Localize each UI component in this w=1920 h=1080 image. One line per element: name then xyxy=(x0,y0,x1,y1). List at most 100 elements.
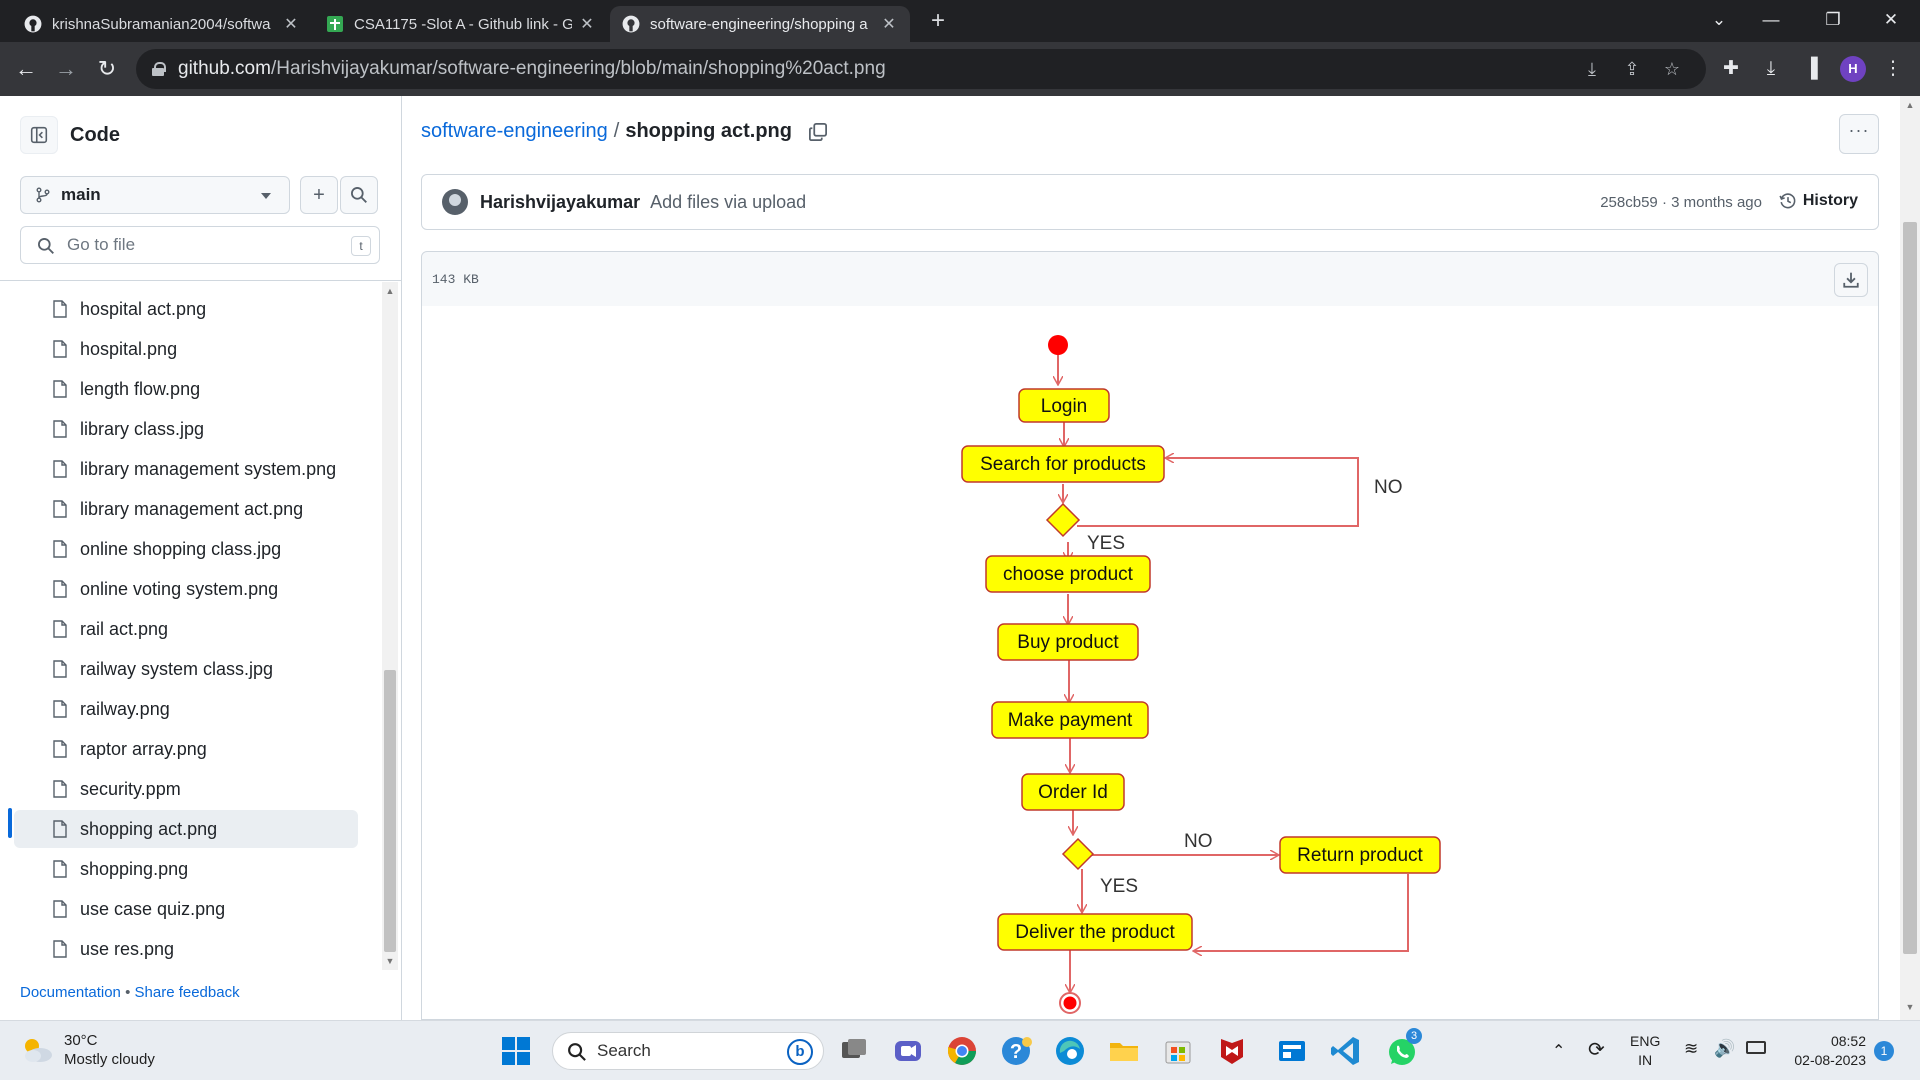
page-scrollbar-thumb[interactable] xyxy=(1903,222,1917,954)
restore-button[interactable]: ❐ xyxy=(1810,0,1856,42)
page-scroll-down-icon[interactable]: ▼ xyxy=(1904,1002,1916,1014)
back-arrow-icon[interactable]: ← xyxy=(12,55,40,83)
show-hidden-icons-chevron-icon[interactable]: ⌃ xyxy=(1552,1041,1565,1080)
minimize-button[interactable]: — xyxy=(1748,0,1794,42)
file-tree-item[interactable]: rail act.png xyxy=(14,610,358,648)
downloads-icon[interactable]: ⤓ xyxy=(1758,56,1784,82)
install-app-icon[interactable]: ⤓ xyxy=(1580,57,1604,81)
start-node xyxy=(1048,335,1068,355)
share-icon[interactable]: ⇪ xyxy=(1620,57,1644,81)
documentation-link[interactable]: Documentation xyxy=(20,984,121,1001)
battery-icon[interactable] xyxy=(1746,1041,1766,1054)
commit-message[interactable]: Add files via upload xyxy=(650,192,806,213)
clock-date: 02-08-2023 xyxy=(1794,1052,1866,1068)
profile-avatar[interactable]: H xyxy=(1840,56,1866,82)
address-bar[interactable]: github.com/Harishvijayakumar/software-en… xyxy=(136,49,1706,89)
windows-start-icon[interactable] xyxy=(498,1033,534,1069)
file-tree-item[interactable]: shopping.png xyxy=(14,850,358,888)
browser-tab-3-active[interactable]: software-engineering/shopping a ✕ xyxy=(610,6,910,42)
keyboard-shortcut-hint: t xyxy=(351,236,371,256)
get-help-icon[interactable]: ? xyxy=(998,1033,1034,1069)
go-to-file-input[interactable]: Go to file t xyxy=(20,226,380,264)
scroll-up-arrow-icon[interactable]: ▲ xyxy=(384,286,396,298)
file-tree-item[interactable]: shopping act.png xyxy=(14,810,358,848)
task-view-icon[interactable] xyxy=(836,1033,872,1069)
new-tab-button[interactable]: + xyxy=(924,8,952,36)
repo-link[interactable]: software-engineering xyxy=(421,120,608,143)
browser-tab-2[interactable]: CSA1175 -Slot A - Github link - G ✕ xyxy=(314,6,608,42)
copy-path-icon[interactable] xyxy=(808,122,828,142)
file-tree-item[interactable]: security.ppm xyxy=(14,770,358,808)
github-icon xyxy=(24,15,42,33)
file-tree-item[interactable]: length flow.png xyxy=(14,370,358,408)
svg-text:Buy product: Buy product xyxy=(1017,632,1119,653)
file-tree-item[interactable]: use res.png xyxy=(14,930,358,968)
history-button[interactable]: History xyxy=(1779,192,1858,210)
collapse-sidebar-button[interactable] xyxy=(20,116,58,154)
sidebar-collapse-icon xyxy=(30,126,48,144)
forward-arrow-icon[interactable]: → xyxy=(52,55,80,83)
taskbar-search[interactable]: Search b xyxy=(552,1032,824,1070)
share-feedback-link[interactable]: Share feedback xyxy=(135,984,240,1001)
file-tree-item-label: online voting system.png xyxy=(80,578,279,599)
chrome-menu-icon[interactable]: ⋮ xyxy=(1880,56,1906,82)
tab-title: software-engineering/shopping a xyxy=(650,15,868,33)
avatar[interactable] xyxy=(442,189,468,215)
file-tree-item[interactable]: library management act.png xyxy=(14,490,358,528)
search-icon xyxy=(38,238,54,254)
bookmark-star-icon[interactable]: ☆ xyxy=(1660,57,1684,81)
file-tree-item[interactable]: use case quiz.png xyxy=(14,890,358,928)
commit-author[interactable]: Harishvijayakumar xyxy=(480,192,640,213)
tab-close-icon[interactable]: ✕ xyxy=(578,14,596,34)
close-window-button[interactable]: ✕ xyxy=(1868,0,1914,42)
search-code-button[interactable] xyxy=(340,176,378,214)
tab-close-icon[interactable]: ✕ xyxy=(880,14,898,34)
file-icon xyxy=(53,380,67,398)
extensions-puzzle-icon[interactable]: ✚ xyxy=(1718,56,1744,82)
file-explorer-icon[interactable] xyxy=(1106,1033,1142,1069)
reload-icon[interactable]: ↻ xyxy=(93,55,121,83)
file-tree-item[interactable]: online voting system.png xyxy=(14,570,358,608)
taskbar-search-placeholder: Search xyxy=(597,1041,651,1060)
scroll-down-arrow-icon[interactable]: ▼ xyxy=(384,956,396,968)
file-tree-item[interactable]: library management system.png xyxy=(14,450,358,488)
file-tree-item[interactable]: railway system class.jpg xyxy=(14,650,358,688)
commit-meta[interactable]: 258cb59 · 3 months ago xyxy=(1600,194,1762,211)
clock[interactable]: 08:52 02-08-2023 xyxy=(1776,1032,1866,1080)
more-options-button[interactable]: ··· xyxy=(1839,114,1879,154)
sync-icon[interactable]: ⟳ xyxy=(1588,1037,1605,1080)
browser-toolbar: ← → ↻ github.com/Harishvijayakumar/softw… xyxy=(0,42,1920,96)
file-tree-scrollbar-thumb[interactable] xyxy=(384,670,396,952)
file-tree-item[interactable]: library class.jpg xyxy=(14,410,358,448)
page-scroll-up-icon[interactable]: ▲ xyxy=(1904,100,1916,112)
tab-close-icon[interactable]: ✕ xyxy=(282,14,300,34)
vscode-icon[interactable] xyxy=(1328,1033,1364,1069)
activity-diagram-image: Login Search for products NO YES choose … xyxy=(961,335,1441,1014)
edge-icon[interactable] xyxy=(1052,1033,1088,1069)
file-tree-item[interactable]: railway.png xyxy=(14,690,358,728)
weather-widget[interactable]: 30°C Mostly cloudy xyxy=(20,1031,155,1069)
weather-temperature: 30°C xyxy=(64,1032,98,1049)
file-tree-item[interactable]: raptor array.png xyxy=(14,730,358,768)
download-raw-button[interactable] xyxy=(1834,263,1868,297)
news-app-icon[interactable] xyxy=(1274,1033,1310,1069)
tab-search-chevron-icon[interactable]: ⌄ xyxy=(1696,0,1742,42)
svg-text:Login: Login xyxy=(1041,396,1088,417)
add-file-button[interactable]: + xyxy=(300,176,338,214)
teams-meet-icon[interactable] xyxy=(890,1033,926,1069)
wifi-icon[interactable]: ≋ xyxy=(1684,1039,1698,1080)
notification-badge[interactable]: 1 xyxy=(1874,1041,1894,1061)
side-panel-icon[interactable]: ▐ xyxy=(1798,56,1824,82)
file-tree-item[interactable]: hospital act.png xyxy=(14,290,358,328)
file-tree-item[interactable]: hospital.png xyxy=(14,330,358,368)
whatsapp-icon[interactable]: 3 xyxy=(1384,1028,1422,1069)
language-code: ENG xyxy=(1630,1033,1661,1049)
branch-selector[interactable]: main xyxy=(20,176,290,214)
mcafee-icon[interactable] xyxy=(1214,1033,1250,1069)
browser-tab-1[interactable]: krishnaSubramanian2004/softwa ✕ xyxy=(12,6,312,42)
file-tree-item[interactable]: online shopping class.jpg xyxy=(14,530,358,568)
microsoft-store-icon[interactable] xyxy=(1160,1033,1196,1069)
input-language[interactable]: ENG IN xyxy=(1630,1032,1660,1080)
chrome-icon[interactable] xyxy=(944,1033,980,1069)
volume-icon[interactable]: 🔊 xyxy=(1714,1039,1735,1080)
